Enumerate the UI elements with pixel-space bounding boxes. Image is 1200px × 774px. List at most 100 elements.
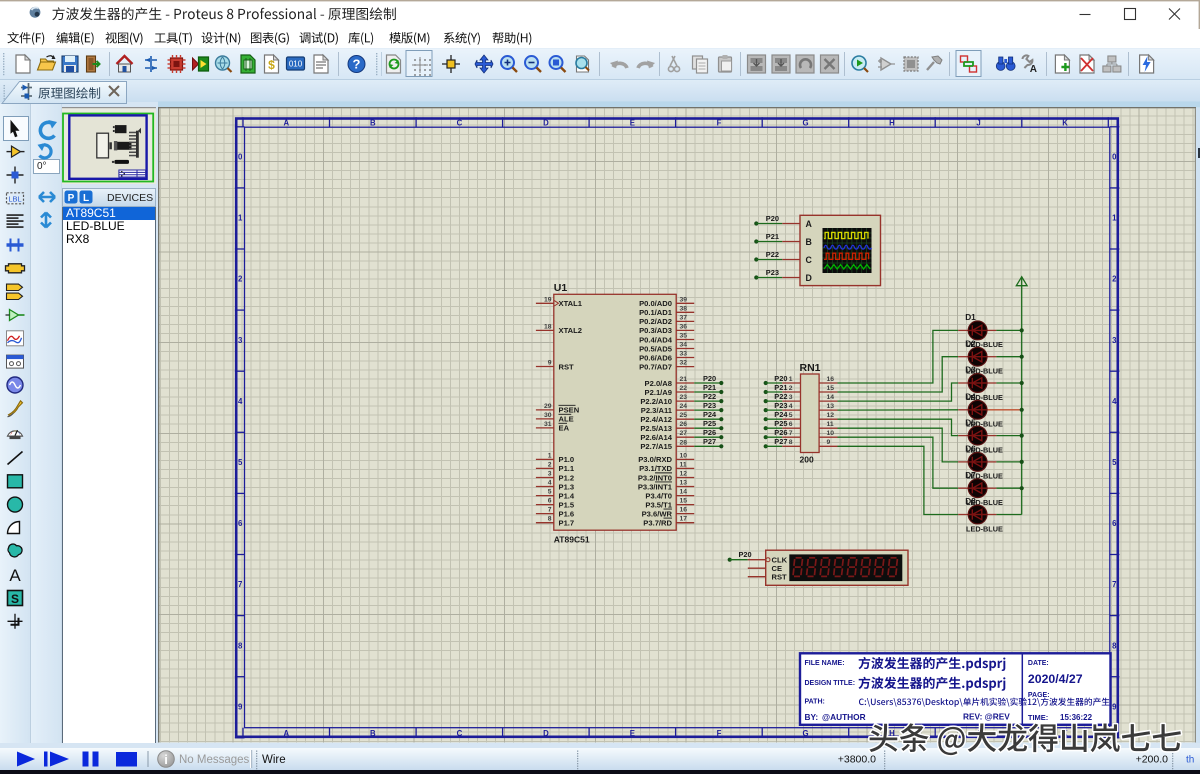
svg-text:11: 11 <box>680 461 687 468</box>
svg-text:K: K <box>1062 729 1068 738</box>
svg-text:7: 7 <box>1112 580 1116 589</box>
svg-text:LED-BLUE: LED-BLUE <box>966 393 1003 402</box>
svg-text:L: L <box>83 193 89 204</box>
svg-text:DATE:: DATE: <box>1028 660 1049 667</box>
svg-text:36: 36 <box>680 323 688 330</box>
svg-text:REV: @REV: REV: @REV <box>963 711 1010 721</box>
svg-text:F: F <box>717 119 722 128</box>
svg-text:P3.7/RD: P3.7/RD <box>643 518 672 527</box>
svg-text:J: J <box>976 119 980 128</box>
svg-text:LED-BLUE: LED-BLUE <box>966 367 1003 376</box>
svg-text:P1.5: P1.5 <box>559 500 575 509</box>
svg-text:6: 6 <box>238 519 243 528</box>
svg-text:15: 15 <box>827 385 835 392</box>
svg-text:8: 8 <box>1112 641 1117 650</box>
svg-text:B: B <box>806 237 812 247</box>
svg-text:G: G <box>802 119 808 128</box>
svg-text:8: 8 <box>789 439 793 446</box>
svg-text:P0.5/AD5: P0.5/AD5 <box>639 344 673 353</box>
svg-text:RST: RST <box>772 573 788 582</box>
svg-text:P1.0: P1.0 <box>559 455 575 464</box>
svg-text:22: 22 <box>680 385 688 392</box>
svg-text:DEVICES: DEVICES <box>107 192 153 204</box>
svg-text:1: 1 <box>1112 214 1117 223</box>
svg-text:+3800.0: +3800.0 <box>838 754 876 766</box>
svg-text:LED-BLUE: LED-BLUE <box>966 498 1003 507</box>
svg-text:35: 35 <box>680 332 688 339</box>
svg-text:23: 23 <box>680 394 688 401</box>
svg-text:D: D <box>543 119 549 128</box>
svg-text:H: H <box>889 119 895 128</box>
svg-text:6: 6 <box>1112 519 1117 528</box>
svg-text:P3.0/RXD: P3.0/RXD <box>638 455 672 464</box>
svg-text:P24: P24 <box>703 410 717 419</box>
svg-text:A: A <box>283 729 289 738</box>
svg-text:3: 3 <box>1112 336 1117 345</box>
svg-text:P1.6: P1.6 <box>559 509 575 518</box>
svg-text:4: 4 <box>1112 397 1117 406</box>
svg-text:P20: P20 <box>739 550 752 559</box>
svg-text:P3.1/TXD: P3.1/TXD <box>639 464 672 473</box>
svg-text:5: 5 <box>1112 458 1117 467</box>
svg-text:29: 29 <box>544 403 552 410</box>
svg-text:39: 39 <box>680 296 688 303</box>
svg-text:0: 0 <box>238 153 243 162</box>
svg-text:5: 5 <box>238 458 243 467</box>
svg-text:E: E <box>630 119 635 128</box>
svg-text:1: 1 <box>548 452 552 459</box>
svg-text:TIME:: TIME: <box>1028 713 1048 722</box>
svg-text:7: 7 <box>789 430 793 437</box>
svg-text:BY:: BY: <box>805 712 819 722</box>
svg-text:9: 9 <box>827 439 831 446</box>
svg-text:12: 12 <box>827 412 835 419</box>
svg-text:13: 13 <box>827 403 835 410</box>
svg-text:P23: P23 <box>766 268 779 277</box>
svg-text:P0.1/AD1: P0.1/AD1 <box>639 308 673 317</box>
svg-text:AT89C51: AT89C51 <box>554 535 590 545</box>
svg-text:010: 010 <box>289 60 303 69</box>
svg-text:?: ? <box>353 57 361 72</box>
svg-text:30: 30 <box>544 412 552 419</box>
svg-text:3: 3 <box>789 394 793 401</box>
svg-text:16: 16 <box>680 507 688 514</box>
svg-text:P22: P22 <box>703 392 716 401</box>
svg-text:LED-BLUE: LED-BLUE <box>966 420 1003 429</box>
svg-text:PAGE:: PAGE: <box>1028 692 1050 699</box>
svg-text:25: 25 <box>680 412 688 419</box>
svg-text:P21: P21 <box>766 232 779 241</box>
svg-text:24: 24 <box>680 403 688 410</box>
svg-text:P22: P22 <box>774 392 787 401</box>
svg-text:A: A <box>283 119 289 128</box>
svg-text:1: 1 <box>238 214 243 223</box>
svg-text:P1.4: P1.4 <box>559 491 575 500</box>
svg-text:0: 0 <box>1112 153 1117 162</box>
svg-text:P1.3: P1.3 <box>559 482 575 491</box>
svg-text:8: 8 <box>238 641 243 650</box>
svg-text:37: 37 <box>680 314 688 321</box>
svg-text:P0.3/AD3: P0.3/AD3 <box>639 326 672 335</box>
svg-text:14: 14 <box>680 489 688 496</box>
svg-text:P0.0/AD0: P0.0/AD0 <box>639 299 672 308</box>
svg-text:33: 33 <box>680 351 688 358</box>
svg-text:FILE NAME:: FILE NAME: <box>805 660 845 667</box>
svg-text:P2.4/A12: P2.4/A12 <box>640 415 672 424</box>
svg-text:3: 3 <box>238 336 243 345</box>
svg-text:P22: P22 <box>766 250 779 259</box>
svg-text:P25: P25 <box>774 419 787 428</box>
svg-text:P1.1: P1.1 <box>559 464 575 473</box>
svg-text:th: th <box>1186 755 1194 766</box>
svg-text:28: 28 <box>680 439 688 446</box>
svg-text:1: 1 <box>789 376 793 383</box>
svg-text:P2.7/A15: P2.7/A15 <box>640 442 672 451</box>
svg-text:RN1: RN1 <box>800 362 821 374</box>
svg-text:H: H <box>889 729 895 738</box>
svg-text:27: 27 <box>680 430 688 437</box>
svg-text:P23: P23 <box>774 401 787 410</box>
svg-text:E: E <box>630 729 635 738</box>
svg-text:3: 3 <box>548 470 552 477</box>
svg-text:6: 6 <box>548 498 552 505</box>
svg-text:P3.6/WR: P3.6/WR <box>642 509 673 518</box>
svg-text:LED-BLUE: LED-BLUE <box>966 340 1003 349</box>
svg-text:D: D <box>806 273 812 283</box>
svg-text:P2.6/A14: P2.6/A14 <box>640 433 672 442</box>
